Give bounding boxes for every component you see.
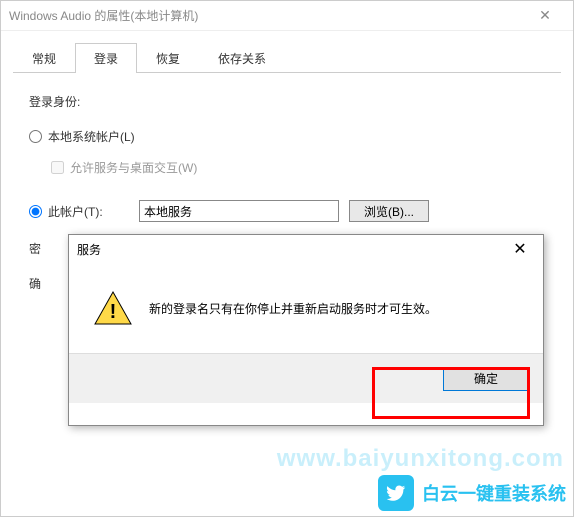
- allow-interact-label: 允许服务与桌面交互(W): [70, 159, 197, 176]
- ok-button[interactable]: 确定: [443, 367, 529, 391]
- services-dialog: 服务 ✕ ! 新的登录名只有在你停止并重新启动服务时才可生效。 确定: [68, 234, 544, 426]
- watermark-url: www.baiyunxitong.com: [277, 445, 564, 473]
- watermark-icon: [378, 475, 414, 511]
- svg-text:!: !: [110, 301, 117, 323]
- dialog-body: ! 新的登录名只有在你停止并重新启动服务时才可生效。: [69, 263, 543, 353]
- local-system-row: 本地系统帐户(L): [29, 128, 545, 145]
- dialog-close-button[interactable]: ✕: [505, 239, 535, 259]
- watermark: 白云一键重装系统: [378, 475, 566, 511]
- tabs: 常规 登录 恢复 依存关系: [13, 43, 561, 73]
- allow-interact-row: 允许服务与桌面交互(W): [51, 159, 545, 176]
- browse-button[interactable]: 浏览(B)...: [349, 200, 429, 222]
- dialog-title: 服务: [77, 241, 505, 258]
- tab-recovery[interactable]: 恢复: [137, 43, 199, 73]
- this-account-label: 此帐户(T):: [48, 203, 103, 220]
- local-system-label: 本地系统帐户(L): [48, 128, 135, 145]
- allow-interact-checkbox: [51, 161, 64, 174]
- window-title: Windows Audio 的属性(本地计算机): [9, 7, 525, 24]
- dialog-message: 新的登录名只有在你停止并重新启动服务时才可生效。: [149, 300, 437, 317]
- logon-as-label: 登录身份:: [29, 93, 545, 110]
- tab-dependencies[interactable]: 依存关系: [199, 43, 285, 73]
- account-name-input[interactable]: [139, 200, 339, 222]
- dialog-footer: 确定: [69, 353, 543, 403]
- watermark-text: 白云一键重装系统: [422, 480, 566, 506]
- tab-logon[interactable]: 登录: [75, 43, 137, 73]
- this-account-radio[interactable]: [29, 205, 42, 218]
- this-account-row: 此帐户(T): 浏览(B)...: [29, 200, 545, 222]
- warning-icon: !: [93, 288, 133, 328]
- local-system-radio[interactable]: [29, 130, 42, 143]
- this-account-radio-label: 此帐户(T):: [29, 203, 129, 220]
- tab-general[interactable]: 常规: [13, 43, 75, 73]
- window-close-button[interactable]: ✕: [525, 7, 565, 24]
- window-titlebar: Windows Audio 的属性(本地计算机) ✕: [1, 1, 573, 31]
- dialog-titlebar: 服务 ✕: [69, 235, 543, 263]
